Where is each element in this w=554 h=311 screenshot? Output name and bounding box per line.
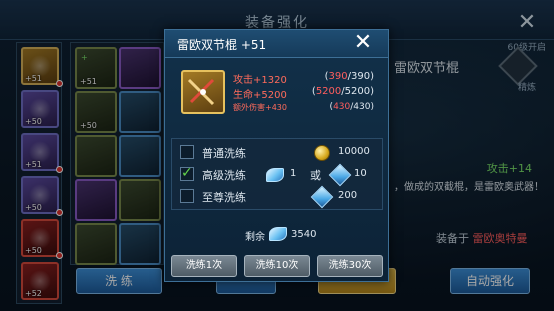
diamond-icon [310,185,334,209]
remaining-label: 剩余 [245,232,265,243]
wash-stone-icon [269,227,287,241]
stat-max: 5200 [344,86,371,97]
supreme-wash-checkbox[interactable] [180,189,194,203]
stat-label: 攻击+1320 [233,75,287,86]
option-or: 或 [310,169,321,182]
remaining-value: 3540 [291,229,317,240]
wash-stone-icon [266,168,284,182]
stat-max: 430 [353,102,371,112]
option-label: 普通洗练 [202,147,246,160]
option-normal-wash[interactable]: 普通洗练 10000 [180,143,378,163]
advanced-wash-checkbox[interactable] [180,165,194,181]
normal-wash-checkbox[interactable] [180,145,194,159]
wash-1x-button[interactable]: 洗练1次 [171,255,237,277]
stat-current: 5200 [315,86,342,97]
option-cost: 200 [338,190,358,201]
option-supreme-wash[interactable]: 至尊洗练 200 [180,185,378,209]
stat-current: 430 [333,102,351,112]
stat-hp-value: (5200/5200) [311,86,374,97]
stat-hp: 生命+5200 [233,86,287,101]
stat-label: 生命+5200 [233,90,287,101]
wash-options: 普通洗练 10000 高级洗练 1 或 10 至尊洗练 200 [171,138,383,210]
option-label: 高级洗练 [202,169,246,182]
option-cost-2: 10 [354,168,367,179]
nunchaku-icon [181,70,225,114]
stat-current: 390 [328,71,348,82]
wash-10x-button[interactable]: 洗练10次 [244,255,310,277]
wash-30x-button[interactable]: 洗练30次 [317,255,383,277]
option-advanced-wash[interactable]: 高级洗练 1 或 10 [180,163,378,187]
option-cost: 10000 [338,146,370,157]
dialog-title: 雷欧双节棍 +51 [177,38,267,52]
wash-dialog: 雷欧双节棍 +51 ✕ 攻击+1320 (390/390) 生命+5200 (5… [164,29,389,282]
stat-attack-value: (390/390) [324,71,374,82]
close-icon[interactable]: ✕ [352,32,374,54]
stat-extra-damage-value: (430/430) [329,102,374,112]
option-cost-1: 1 [290,168,297,179]
stat-attack: 攻击+1320 [233,71,287,86]
stat-extra-damage: 额外伤害+430 [233,102,287,113]
option-label: 至尊洗练 [202,191,246,204]
stat-max: 390 [351,71,371,82]
gold-coin-icon [314,145,330,161]
diamond-icon [328,163,352,187]
stat-label: 额外伤害+430 [233,103,287,112]
